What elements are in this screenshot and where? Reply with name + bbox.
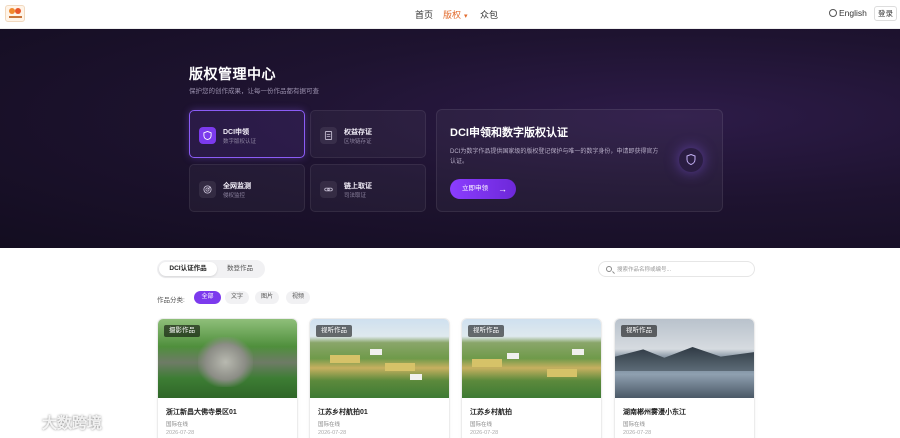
work-type-badge: 视听作品	[468, 325, 504, 337]
tab-registered-works[interactable]: 数登作品	[217, 262, 263, 276]
login-button[interactable]: 登录	[874, 6, 897, 21]
work-author: 国际在线	[470, 422, 493, 428]
filter-label: 作品分类:	[157, 297, 185, 304]
language-switch[interactable]: English	[829, 8, 867, 18]
feature-monitoring[interactable]: 全网监测 侵权监控	[189, 164, 305, 212]
work-title: 江苏乡村航拍	[470, 409, 512, 416]
work-type-badge: 摄影作品	[164, 325, 200, 337]
link-icon	[320, 181, 337, 198]
radar-icon	[199, 181, 216, 198]
work-date: 2026-07-28	[318, 430, 347, 436]
top-navigation-bar: 首页 版权 ▾ 众包 English 登录	[0, 0, 900, 29]
search-input[interactable]	[617, 264, 749, 275]
page-title: 版权管理中心	[189, 66, 276, 82]
globe-icon	[829, 9, 837, 17]
page-subtitle: 保护您的创作成果，让每一份作品都有据可查	[189, 88, 319, 95]
work-title: 江苏乡村航拍01	[318, 409, 368, 416]
feature-subtitle: 区块链存证	[344, 139, 372, 145]
work-card[interactable]: 摄影作品 浙江新昌大佛寺景区01 国际在线 2026-07-28	[157, 318, 298, 438]
work-date: 2026-07-28	[166, 430, 195, 436]
feature-subtitle: 数字版权认证	[223, 139, 257, 145]
work-card[interactable]: 视听作品 江苏乡村航拍 国际在线 2026-07-28	[461, 318, 602, 438]
work-title: 浙江新昌大佛寺景区01	[166, 409, 237, 416]
nav-item-copyright[interactable]: 版权 ▾	[443, 8, 468, 21]
work-author: 国际在线	[318, 422, 341, 428]
feature-title: 权益存证	[344, 129, 372, 136]
apply-now-label: 立即申领	[462, 185, 488, 192]
work-type-badge: 视听作品	[621, 325, 657, 337]
shield-icon	[199, 127, 216, 144]
dci-info-card: DCI申领和数字版权认证 DCI为数字作品提供国家级的版权登记保护与唯一的数字身…	[436, 109, 723, 212]
main-nav: 首页 版权 ▾ 众包	[0, 0, 900, 29]
dci-description: DCI为数字作品提供国家级的版权登记保护与唯一的数字身份，申请即获得官方认证。	[450, 149, 659, 165]
nav-item-crowdsourcing[interactable]: 众包	[480, 8, 498, 21]
search-box	[598, 261, 755, 277]
tab-dci-works[interactable]: DCI认证作品	[159, 262, 217, 276]
feature-onchain-evidence[interactable]: 链上取证 司法取证	[310, 164, 426, 212]
arrow-right-icon: →	[498, 184, 507, 194]
search-icon	[606, 266, 612, 272]
feature-title: 全网监测	[223, 183, 251, 190]
watermark-logo-icon	[9, 412, 34, 428]
work-type-badge: 视听作品	[316, 325, 352, 337]
feature-subtitle: 司法取证	[344, 193, 367, 199]
language-label: English	[839, 8, 867, 18]
works-tabs: DCI认证作品 数登作品	[157, 260, 265, 278]
work-author: 国际在线	[166, 422, 189, 428]
document-icon	[320, 127, 337, 144]
filter-chip-image[interactable]: 图片	[255, 291, 279, 304]
feature-title: DCI申领	[223, 129, 250, 136]
work-author: 国际在线	[623, 422, 646, 428]
hero-section: 版权管理中心 保护您的创作成果，让每一份作品都有据可查 DCI申领 数字版权认证…	[0, 29, 900, 248]
apply-now-button[interactable]: 立即申领 →	[450, 179, 516, 199]
dci-title: DCI申领和数字版权认证	[450, 127, 568, 139]
nav-item-home[interactable]: 首页	[415, 8, 433, 21]
chevron-down-icon: ▾	[464, 13, 468, 20]
filter-chip-all[interactable]: 全部	[194, 291, 221, 304]
feature-rights-deposit[interactable]: 权益存证 区块链存证	[310, 110, 426, 158]
feature-subtitle: 侵权监控	[223, 193, 246, 199]
work-card[interactable]: 视听作品 江苏乡村航拍01 国际在线 2026-07-28	[309, 318, 450, 438]
work-date: 2026-07-28	[623, 430, 652, 436]
filter-chip-text[interactable]: 文字	[225, 291, 249, 304]
nav-item-copyright-label: 版权	[443, 10, 462, 20]
shield-icon	[679, 148, 703, 172]
work-date: 2026-07-28	[470, 430, 499, 436]
work-card[interactable]: 视听作品 湖南郴州雾漫小东江 国际在线 2026-07-28	[614, 318, 755, 438]
feature-title: 链上取证	[344, 183, 372, 190]
watermark-text: 大数跨境	[42, 415, 103, 432]
feature-dci-apply[interactable]: DCI申领 数字版权认证	[189, 110, 305, 158]
work-title: 湖南郴州雾漫小东江	[623, 409, 686, 416]
filter-chip-video[interactable]: 视频	[286, 291, 310, 304]
